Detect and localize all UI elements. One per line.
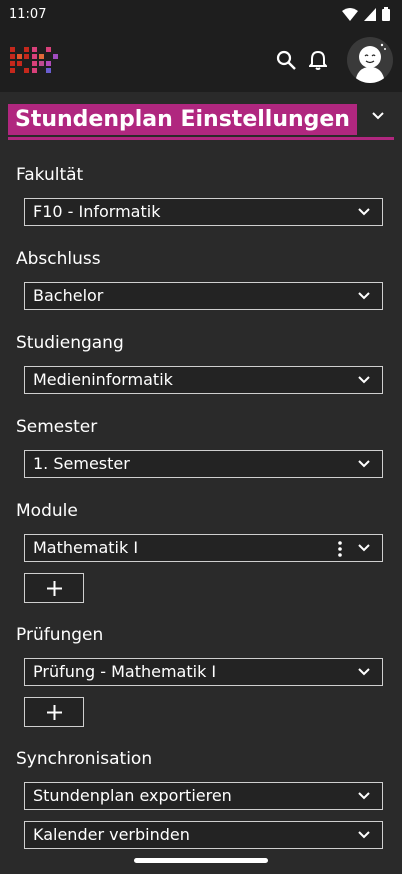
pruefungen-value: Prüfung - Mathematik I xyxy=(33,662,217,681)
studiengang-value: Medieninformatik xyxy=(33,370,173,389)
sync-label: Synchronisation xyxy=(16,749,153,769)
more-vertical-icon[interactable] xyxy=(338,541,342,557)
semester-label: Semester xyxy=(16,417,98,437)
studiengang-select[interactable]: Medieninformatik xyxy=(24,366,383,394)
calendar-select[interactable]: Kalender verbinden xyxy=(24,821,383,849)
header-underline xyxy=(8,137,394,140)
module-value: Mathematik I xyxy=(33,538,139,557)
export-select[interactable]: Stundenplan exportieren xyxy=(24,782,383,810)
settings-section-header[interactable]: Stundenplan Einstellungen xyxy=(8,104,394,142)
export-value: Stundenplan exportieren xyxy=(33,786,232,805)
chevron-down-icon xyxy=(358,208,370,216)
app-bar xyxy=(0,32,402,92)
chevron-down-icon xyxy=(358,460,370,468)
add-module-button[interactable] xyxy=(24,573,84,603)
chevron-down-icon xyxy=(358,292,370,300)
hm-logo-icon[interactable] xyxy=(10,47,60,75)
bell-icon[interactable] xyxy=(309,50,327,70)
abschluss-label: Abschluss xyxy=(16,249,101,269)
module-select[interactable]: Mathematik I xyxy=(24,534,383,562)
fakultaet-select[interactable]: F10 - Informatik xyxy=(24,198,383,226)
semester-value: 1. Semester xyxy=(33,454,130,473)
pruefungen-label: Prüfungen xyxy=(16,625,104,645)
chevron-down-icon xyxy=(358,376,370,384)
studiengang-label: Studiengang xyxy=(16,333,124,353)
avatar-character-icon xyxy=(355,43,386,83)
status-bar: 11:07 xyxy=(0,0,402,32)
search-icon[interactable] xyxy=(276,50,296,70)
module-label: Module xyxy=(16,501,78,521)
fakultaet-value: F10 - Informatik xyxy=(33,202,161,221)
signal-icon xyxy=(364,7,376,21)
chevron-down-icon xyxy=(358,831,370,839)
chevron-down-icon xyxy=(358,544,370,552)
status-icons xyxy=(342,7,390,21)
page-title: Stundenplan Einstellungen xyxy=(8,104,357,135)
pruefungen-select[interactable]: Prüfung - Mathematik I xyxy=(24,658,383,686)
plus-icon xyxy=(47,705,62,720)
chevron-down-icon[interactable] xyxy=(372,112,384,120)
abschluss-value: Bachelor xyxy=(33,286,104,305)
fakultaet-label: Fakultät xyxy=(16,165,84,185)
battery-icon xyxy=(382,7,390,21)
abschluss-select[interactable]: Bachelor xyxy=(24,282,383,310)
semester-select[interactable]: 1. Semester xyxy=(24,450,383,478)
chevron-down-icon xyxy=(358,792,370,800)
wifi-icon xyxy=(342,7,358,21)
calendar-value: Kalender verbinden xyxy=(33,825,190,844)
avatar[interactable] xyxy=(347,37,393,83)
chevron-down-icon xyxy=(358,668,370,676)
gesture-nav-handle[interactable] xyxy=(134,858,268,863)
add-pruefung-button[interactable] xyxy=(24,697,84,727)
status-time: 11:07 xyxy=(9,7,47,22)
plus-icon xyxy=(47,581,62,596)
